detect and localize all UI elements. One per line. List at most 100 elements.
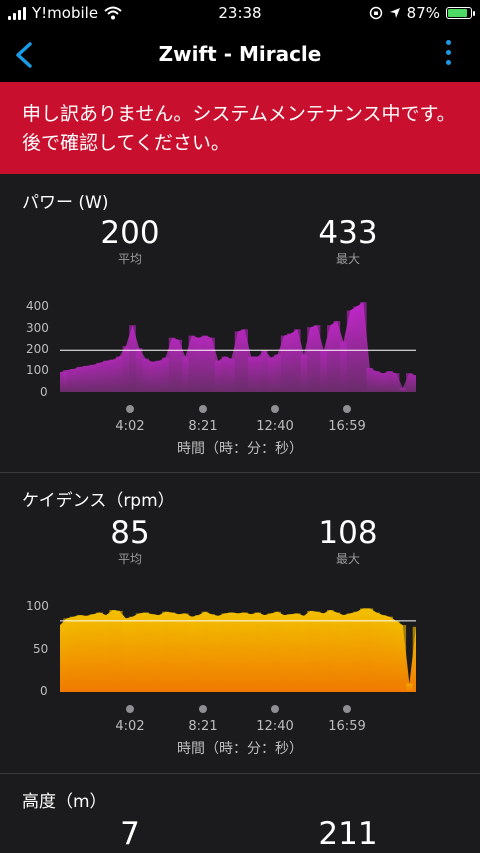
data-point (300, 354, 308, 392)
data-point (221, 356, 229, 392)
data-point (162, 611, 169, 692)
battery-icon (446, 7, 475, 19)
data-point (142, 612, 149, 692)
data-point (373, 371, 380, 392)
location-icon (389, 8, 400, 18)
data-point (135, 348, 143, 392)
elevation-section: 高度（m） 7 211 (0, 774, 480, 853)
elevation-min-value: 7 (120, 816, 140, 852)
data-point (346, 310, 354, 392)
power-title: パワー (W) (22, 193, 109, 213)
data-point (102, 360, 110, 392)
data-point (76, 366, 84, 392)
cadence-xtick-marker (199, 705, 207, 713)
cadence-chart (60, 608, 416, 692)
data-point (208, 614, 215, 692)
data-point (96, 362, 103, 392)
data-point (168, 337, 176, 392)
data-point (116, 356, 123, 392)
data-point (109, 610, 116, 692)
data-point (63, 370, 70, 392)
more-options-icon[interactable] (440, 40, 456, 70)
data-point (307, 610, 314, 692)
elevation-max: 211 (268, 817, 428, 851)
cadence-max-value: 108 (318, 515, 378, 551)
data-point (182, 613, 189, 692)
data-point (300, 615, 308, 692)
data-point (379, 615, 387, 692)
data-point (201, 611, 209, 692)
data-point (69, 369, 77, 392)
data-point (122, 346, 130, 392)
data-point (195, 615, 202, 692)
power-avg-label: 平均 (117, 252, 142, 266)
cadence-xtick-marker (271, 705, 279, 713)
data-point (129, 325, 136, 392)
power-ytick: 300 (26, 321, 49, 335)
data-point (155, 615, 163, 692)
data-point (122, 618, 130, 692)
data-point (247, 356, 255, 392)
data-point (261, 615, 268, 692)
data-point (294, 329, 301, 392)
data-point (320, 350, 327, 392)
cadence-ytick: 50 (33, 642, 49, 656)
power-xtick-marker (343, 405, 351, 413)
power-max: 433 最大 (268, 216, 428, 267)
data-point (155, 360, 163, 392)
data-point (327, 610, 334, 692)
data-point (333, 321, 341, 392)
power-xtick: 16:59 (328, 419, 366, 434)
maintenance-banner: 申し訳ありません。システムメンテナンス中です。後で確認してください。 (0, 82, 480, 174)
data-point (241, 612, 248, 692)
data-point (406, 373, 413, 392)
power-xtick-marker (199, 405, 207, 413)
data-point (175, 339, 182, 392)
data-point (313, 611, 321, 692)
cadence-xtick-marker (126, 705, 134, 713)
data-point (234, 331, 242, 392)
data-point (261, 350, 268, 392)
power-xtick-marker (126, 405, 134, 413)
data-point (149, 614, 156, 692)
data-point (386, 371, 393, 392)
data-point (76, 615, 84, 692)
cadence-ytick: 100 (26, 599, 49, 613)
data-point (307, 327, 314, 392)
cadence-max-label: 最大 (335, 552, 360, 566)
data-point (313, 325, 321, 392)
data-point (135, 613, 143, 692)
data-point (96, 612, 103, 692)
data-point (379, 373, 387, 392)
data-point (175, 614, 182, 692)
data-point (221, 613, 229, 692)
data-point (392, 373, 400, 392)
nav-bar: Zwift - Miracle (0, 28, 480, 82)
data-point (162, 357, 169, 392)
power-chart (60, 302, 416, 392)
cadence-xtick: 12:40 (256, 719, 294, 734)
power-xtick-marker (271, 405, 279, 413)
data-point (320, 613, 327, 692)
data-point (241, 329, 248, 392)
data-point (353, 306, 360, 392)
power-ytick: 0 (40, 385, 48, 399)
data-point (294, 613, 301, 692)
data-point (89, 614, 97, 692)
data-point (287, 614, 294, 692)
data-point (280, 615, 288, 692)
power-x-axis-title: 時間（時：分：秒） (177, 441, 303, 457)
cadence-xtick: 4:02 (115, 719, 145, 734)
elevation-max-value: 211 (318, 816, 378, 852)
data-point (116, 610, 123, 692)
data-point (373, 612, 380, 692)
data-point (188, 335, 196, 392)
power-max-value: 433 (318, 215, 378, 251)
data-point (406, 683, 413, 692)
data-point (366, 368, 374, 392)
data-point (360, 302, 367, 392)
page-title: Zwift - Miracle (158, 42, 322, 66)
data-point (412, 626, 416, 692)
data-point (182, 356, 189, 392)
data-point (201, 335, 209, 392)
